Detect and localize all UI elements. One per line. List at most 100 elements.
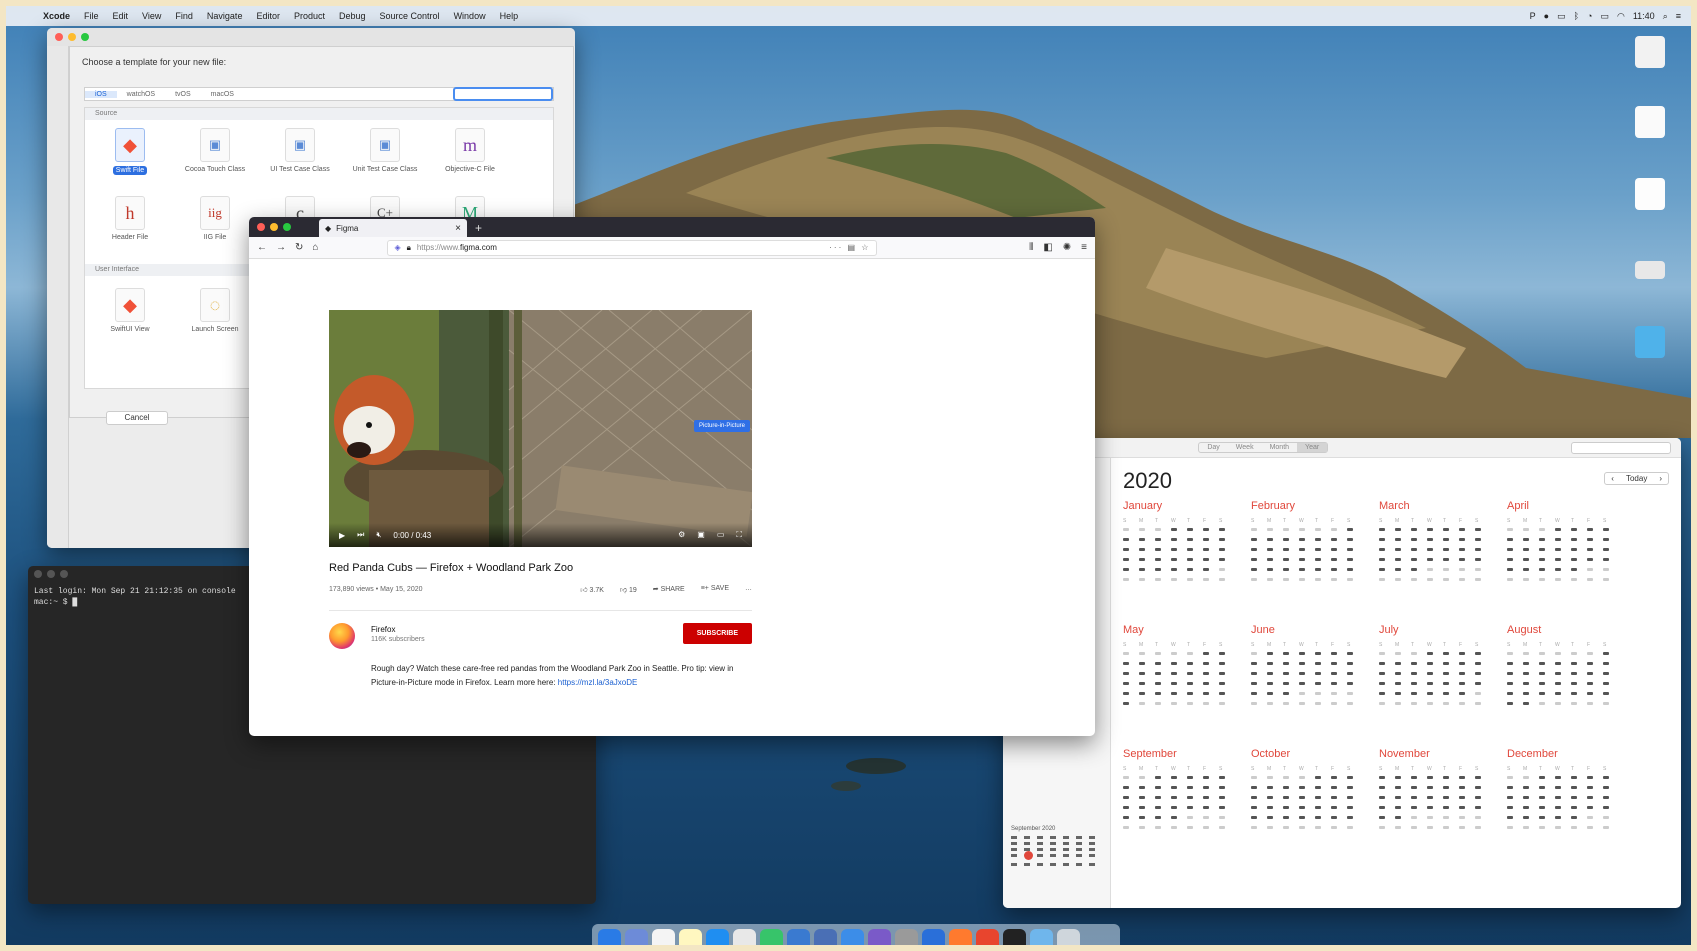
day-cell[interactable] <box>1187 548 1193 551</box>
day-cell[interactable] <box>1411 558 1417 561</box>
day-cell[interactable] <box>1475 548 1481 551</box>
day-cell[interactable] <box>1347 538 1353 541</box>
day-cell[interactable] <box>1587 548 1593 551</box>
settings-gear-icon[interactable]: ⚙ <box>678 530 685 540</box>
day-cell[interactable] <box>1267 558 1273 561</box>
description-link[interactable]: https://mzl.la/3aJxoDE <box>558 678 638 687</box>
day-cell[interactable] <box>1187 796 1193 799</box>
day-cell[interactable] <box>1139 652 1145 655</box>
day-cell[interactable] <box>1155 672 1161 675</box>
day-cell[interactable] <box>1203 776 1209 779</box>
template-swift-file[interactable]: ◆ Swift File <box>90 128 170 175</box>
mini-day-cell[interactable] <box>1089 836 1095 839</box>
day-cell[interactable] <box>1539 578 1545 581</box>
zoom-button[interactable] <box>81 33 89 41</box>
day-cell[interactable] <box>1347 796 1353 799</box>
day-cell[interactable] <box>1139 568 1145 571</box>
day-cell[interactable] <box>1283 528 1289 531</box>
day-cell[interactable] <box>1395 672 1401 675</box>
day-cell[interactable] <box>1523 776 1529 779</box>
day-cell[interactable] <box>1475 796 1481 799</box>
mini-day-cell[interactable] <box>1050 854 1056 857</box>
day-cell[interactable] <box>1475 672 1481 675</box>
fullscreen-icon[interactable]: ⛶ <box>736 530 742 540</box>
day-cell[interactable] <box>1203 568 1209 571</box>
zoom-button[interactable] <box>283 223 291 231</box>
day-cell[interactable] <box>1555 692 1561 695</box>
day-cell[interactable] <box>1523 826 1529 829</box>
day-cell[interactable] <box>1187 826 1193 829</box>
desktop-icon-user[interactable] <box>1618 36 1682 74</box>
day-cell[interactable] <box>1507 548 1513 551</box>
day-cell[interactable] <box>1539 786 1545 789</box>
template-launch-screen[interactable]: ◌ Launch Screen <box>175 288 255 333</box>
day-cell[interactable] <box>1395 786 1401 789</box>
day-cell[interactable] <box>1571 816 1577 819</box>
day-cell[interactable] <box>1267 672 1273 675</box>
day-cell[interactable] <box>1427 806 1433 809</box>
day-cell[interactable] <box>1523 816 1529 819</box>
day-cell[interactable] <box>1523 672 1529 675</box>
mini-day-cell[interactable] <box>1037 842 1043 845</box>
day-cell[interactable] <box>1267 692 1273 695</box>
template-unit-test-case-class[interactable]: ▣ Unit Test Case Class <box>345 128 425 173</box>
day-cell[interactable] <box>1475 786 1481 789</box>
day-cell[interactable] <box>1219 816 1225 819</box>
day-cell[interactable] <box>1459 786 1465 789</box>
template-iig-file[interactable]: iig IIG File <box>175 196 255 241</box>
day-cell[interactable] <box>1459 662 1465 665</box>
day-cell[interactable] <box>1507 528 1513 531</box>
day-cell[interactable] <box>1379 548 1385 551</box>
day-cell[interactable] <box>1315 672 1321 675</box>
day-cell[interactable] <box>1395 682 1401 685</box>
day-cell[interactable] <box>1299 692 1305 695</box>
cancel-button[interactable]: Cancel <box>106 411 168 425</box>
day-cell[interactable] <box>1459 548 1465 551</box>
day-cell[interactable] <box>1571 652 1577 655</box>
day-cell[interactable] <box>1523 806 1529 809</box>
day-cell[interactable] <box>1251 806 1257 809</box>
day-cell[interactable] <box>1267 776 1273 779</box>
mini-day-cell[interactable] <box>1063 854 1069 857</box>
day-cell[interactable] <box>1331 652 1337 655</box>
mini-day-cell[interactable] <box>1089 842 1095 845</box>
day-cell[interactable] <box>1283 826 1289 829</box>
terminal-icon[interactable] <box>1003 928 1026 945</box>
template-objective-c-file[interactable]: m Objective-C File <box>430 128 510 173</box>
day-cell[interactable] <box>1155 702 1161 705</box>
day-cell[interactable] <box>1411 786 1417 789</box>
day-cell[interactable] <box>1155 692 1161 695</box>
month-may[interactable]: May S M T W T F S <box>1123 624 1243 705</box>
day-cell[interactable] <box>1123 826 1129 829</box>
day-cell[interactable] <box>1427 558 1433 561</box>
template-swiftui-view[interactable]: ◆ SwiftUI View <box>90 288 170 333</box>
day-cell[interactable] <box>1139 548 1145 551</box>
prev-year-button[interactable]: ‹ <box>1605 473 1620 484</box>
close-button[interactable] <box>257 223 265 231</box>
back-icon[interactable]: ← <box>257 242 267 253</box>
day-cell[interactable] <box>1315 528 1321 531</box>
app-store-icon[interactable] <box>841 928 864 945</box>
day-cell[interactable] <box>1347 652 1353 655</box>
day-cell[interactable] <box>1395 796 1401 799</box>
menu-find[interactable]: Find <box>168 11 200 21</box>
downloads-folder-icon[interactable] <box>1030 928 1053 945</box>
minimize-button[interactable] <box>47 570 55 578</box>
day-cell[interactable] <box>1203 826 1209 829</box>
mini-day-cell[interactable] <box>1089 863 1095 866</box>
day-cell[interactable] <box>1587 662 1593 665</box>
desktop-icon-screenshots[interactable] <box>1618 261 1682 285</box>
month-july[interactable]: July S M T W T F S <box>1379 624 1499 705</box>
day-cell[interactable] <box>1187 568 1193 571</box>
day-cell[interactable] <box>1123 796 1129 799</box>
day-cell[interactable] <box>1347 528 1353 531</box>
day-cell[interactable] <box>1379 776 1385 779</box>
day-cell[interactable] <box>1283 776 1289 779</box>
day-cell[interactable] <box>1539 692 1545 695</box>
day-cell[interactable] <box>1379 692 1385 695</box>
day-cell[interactable] <box>1571 568 1577 571</box>
mini-day-cell[interactable] <box>1089 848 1095 851</box>
day-cell[interactable] <box>1555 682 1561 685</box>
close-tab-icon[interactable]: × <box>455 223 461 234</box>
day-cell[interactable] <box>1315 806 1321 809</box>
